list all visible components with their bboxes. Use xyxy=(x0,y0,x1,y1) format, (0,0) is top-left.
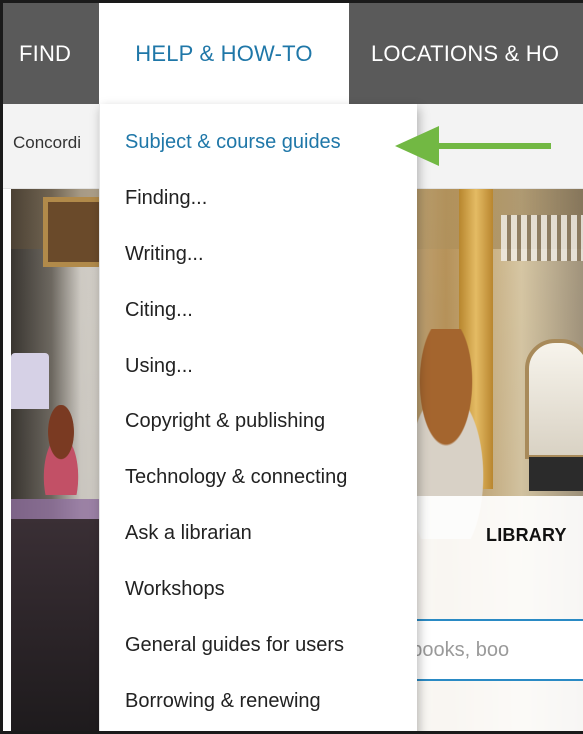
menu-item-finding[interactable]: Finding... xyxy=(125,186,207,210)
hero-painting xyxy=(43,197,105,267)
menu-item-writing[interactable]: Writing... xyxy=(125,242,204,266)
menu-item-technology-connecting[interactable]: Technology & connecting xyxy=(125,465,347,489)
menu-item-copyright-publishing[interactable]: Copyright & publishing xyxy=(125,409,325,433)
menu-item-citing[interactable]: Citing... xyxy=(125,298,193,322)
menu-item-ask-a-librarian[interactable]: Ask a librarian xyxy=(125,521,252,545)
hero-student-left xyxy=(31,405,91,495)
browser-frame: FIND HELP & HOW-TO LOCATIONS & HO Concor… xyxy=(0,0,583,734)
menu-item-subject-course-guides[interactable]: Subject & course guides xyxy=(125,130,341,154)
nav-find[interactable]: FIND xyxy=(19,3,71,104)
arrow-left-icon xyxy=(395,126,551,166)
nav-locations-hours[interactable]: LOCATIONS & HO xyxy=(371,3,559,104)
search-panel-title: LIBRARY xyxy=(486,525,567,545)
menu-item-general-guides-for-users[interactable]: General guides for users xyxy=(125,633,344,657)
hero-window xyxy=(525,339,583,459)
menu-item-borrowing-renewing[interactable]: Borrowing & renewing xyxy=(125,689,321,713)
hero-computer xyxy=(529,457,583,491)
menu-item-using[interactable]: Using... xyxy=(125,354,193,378)
menu-item-workshops[interactable]: Workshops xyxy=(125,577,225,601)
hero-lamp xyxy=(11,353,49,409)
breadcrumb[interactable]: Concordi xyxy=(13,133,81,153)
nav-help-how-to[interactable]: HELP & HOW-TO xyxy=(99,3,349,104)
hero-table xyxy=(11,519,111,731)
hero-railing xyxy=(501,215,583,261)
